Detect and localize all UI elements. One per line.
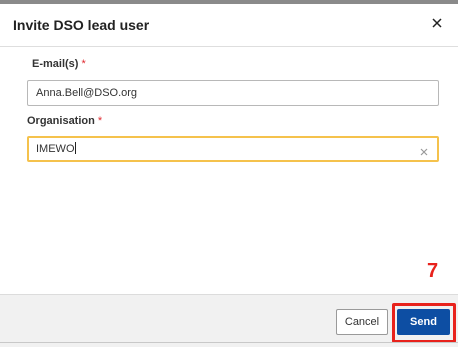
email-label-text: E-mail(s) [32,58,79,70]
organisation-label: Organisation * [27,115,102,127]
bottom-divider [0,342,458,343]
text-caret [74,142,76,154]
dialog-title: Invite DSO lead user [13,17,150,33]
organisation-field-value: IMEWO [36,143,75,155]
send-button[interactable]: Send [397,309,450,335]
required-marker: * [81,58,86,70]
email-field[interactable]: Anna.Bell@DSO.org [27,80,439,106]
email-field-value: Anna.Bell@DSO.org [36,87,138,99]
organisation-field[interactable]: IMEWO [27,136,439,162]
email-label: E-mail(s) * [32,58,86,70]
cancel-button[interactable]: Cancel [336,309,388,335]
step-marker: 7 [427,260,439,282]
close-icon[interactable] [428,14,446,32]
dialog-header: Invite DSO lead user [0,4,458,47]
required-marker: * [97,115,103,127]
dialog-footer: Cancel Send [0,294,458,347]
organisation-label-text: Organisation [27,115,95,127]
clear-icon[interactable] [419,143,429,156]
invite-dialog: Invite DSO lead user E-mail(s) * Anna.Be… [0,4,458,347]
